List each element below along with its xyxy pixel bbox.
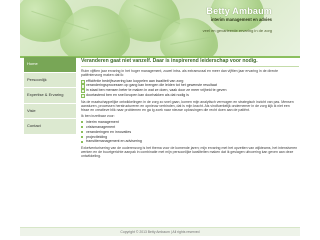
sidebar-nav: Home Persoonlijk Expertise & Ervaring Vi…: [24, 57, 76, 135]
sidebar-item-contact[interactable]: Contact: [24, 119, 76, 135]
closing-paragraph: Exkelventurisering van de ouderenzorg is…: [81, 146, 298, 159]
availability-intro: Ik ben inzetbaar voor:: [81, 114, 115, 119]
sidebar-item-expertise[interactable]: Expertise & Ervaring: [24, 88, 76, 104]
brand-subtitle: interim management en advies: [210, 17, 272, 22]
sidebar-item-visie[interactable]: Visie: [24, 103, 76, 119]
brand-block: Betty Ambaum interim management en advie…: [203, 6, 272, 33]
page: Betty Ambaum interim management en advie…: [0, 0, 320, 240]
brand-tagline: veel en gevarieerde ervaring in de zorg: [202, 28, 272, 33]
sidebar-item-persoonlijk[interactable]: Persoonlijk: [24, 72, 76, 88]
list-item: transitiemanagement en advisering: [81, 139, 299, 144]
page-title: Veranderen gaat niet vanzelf. Daar is in…: [81, 58, 299, 67]
strengths-paragraph: Na de maatschappelijke ontwikkelingen in…: [81, 99, 294, 113]
services-list: interim management crisismanagement vera…: [81, 120, 299, 144]
sidebar-item-home[interactable]: Home: [24, 57, 76, 73]
main-content: Veranderen gaat niet vanzelf. Daar is in…: [81, 58, 299, 161]
intro-paragraph: Ruim vijftien jaar ervaring in het hoger…: [81, 68, 279, 77]
header-banner: Betty Ambaum interim management en advie…: [20, 0, 300, 56]
checklist-item: doortastend ben en snel knopen kan doorh…: [81, 93, 299, 99]
brand-name: Betty Ambaum: [206, 6, 272, 16]
qualities-checklist: efficiëntie bedrijfsvoering kan koppelen…: [81, 79, 299, 99]
footer-copyright: Copyright © 2013 Betty Ambaum | All righ…: [20, 227, 300, 236]
